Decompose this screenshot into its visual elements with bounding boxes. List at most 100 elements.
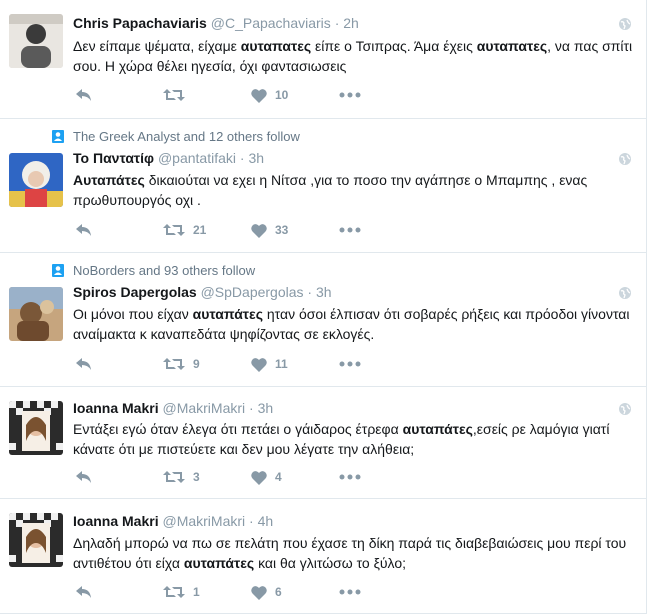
tweet-text: Δεν είπαμε ψέματα, είχαμε αυταπατες είπε… — [73, 36, 633, 76]
timestamp[interactable]: 3h — [248, 150, 264, 166]
highlighted-keyword: αυταπατες — [240, 38, 312, 54]
user-name[interactable]: Το Παντατίφ — [73, 150, 154, 166]
globe-icon — [619, 18, 631, 30]
text-fragment: Εντάξει εγώ όταν έλεγα ότι πετάει ο γάιδ… — [73, 421, 403, 437]
globe-icon — [619, 403, 631, 415]
like-button[interactable]: 11 — [251, 357, 339, 372]
like-button[interactable]: 4 — [251, 470, 339, 485]
more-button[interactable] — [339, 92, 361, 98]
retweet-button[interactable]: 1 — [163, 584, 251, 600]
follow-context[interactable]: NoBorders and 93 others follow — [51, 262, 255, 278]
tweet-header: Ioanna Makri @MakriMakri · 4h — [73, 513, 273, 529]
like-icon — [251, 470, 267, 485]
like-count: 6 — [275, 585, 282, 599]
tweet-header: Spiros Dapergolas @SpDapergolas · 3h — [73, 284, 332, 300]
timestamp[interactable]: 3h — [258, 400, 274, 416]
user-handle[interactable]: @SpDapergolas — [201, 284, 304, 300]
highlighted-keyword: αυταπάτες — [192, 306, 263, 322]
follow-context[interactable]: The Greek Analyst and 12 others follow — [51, 128, 300, 144]
more-icon — [339, 92, 361, 98]
like-button[interactable]: 33 — [251, 223, 339, 238]
text-fragment: και θα γλιτώσω το ξύλο; — [254, 555, 406, 571]
like-icon — [251, 88, 267, 103]
tweet-actions: 3 4 — [75, 467, 361, 487]
retweet-icon — [163, 471, 185, 483]
tweet[interactable]: Ioanna Makri @MakriMakri · 3h Εντάξει εγ… — [0, 387, 646, 499]
retweet-button[interactable]: 9 — [163, 356, 251, 372]
more-button[interactable] — [339, 474, 361, 480]
separator-dot: · — [249, 400, 254, 416]
like-icon — [251, 585, 267, 600]
more-icon — [339, 361, 361, 367]
separator-dot: · — [239, 150, 245, 166]
separator-dot: · — [249, 513, 254, 529]
reply-button[interactable] — [75, 469, 163, 485]
tweet[interactable]: NoBorders and 93 others follow Spiros Da… — [0, 253, 646, 387]
user-handle[interactable]: @MakriMakri — [162, 513, 245, 529]
retweet-count: 1 — [193, 585, 200, 599]
reply-button[interactable] — [75, 584, 163, 600]
reply-icon — [76, 358, 91, 370]
highlighted-keyword: αυταπάτες — [183, 555, 255, 571]
reply-button[interactable] — [75, 356, 163, 372]
user-handle[interactable]: @MakriMakri — [162, 400, 245, 416]
tweet-actions: 21 33 — [75, 220, 361, 240]
timestamp[interactable]: 2h — [343, 15, 359, 31]
tweet[interactable]: Chris Papachaviaris @C_Papachaviaris · 2… — [0, 0, 646, 119]
user-name[interactable]: Ioanna Makri — [73, 513, 159, 529]
retweet-button[interactable]: 21 — [163, 222, 251, 238]
tweet-text: Δηλαδή μπορώ να πω σε πελάτη που έχασε τ… — [73, 533, 633, 573]
tweet-text: Οι μόνοι που είχαν αυταπάτες ηταν όσοι έ… — [73, 304, 633, 344]
avatar[interactable] — [9, 153, 63, 207]
highlighted-keyword: αυταπάτες — [402, 421, 473, 437]
follow-icon — [51, 129, 65, 143]
like-count: 10 — [275, 88, 289, 102]
user-name[interactable]: Spiros Dapergolas — [73, 284, 197, 300]
more-button[interactable] — [339, 227, 361, 233]
tweet-text: Εντάξει εγώ όταν έλεγα ότι πετάει ο γάιδ… — [73, 419, 633, 459]
timeline: Chris Papachaviaris @C_Papachaviaris · 2… — [0, 0, 647, 614]
reply-icon — [76, 586, 91, 598]
avatar[interactable] — [9, 401, 63, 455]
user-handle[interactable]: @pantatifaki — [158, 150, 236, 166]
more-icon — [339, 227, 361, 233]
follow-context-text: NoBorders and 93 others follow — [73, 262, 256, 278]
like-icon — [251, 223, 267, 238]
text-fragment: είπε ο Τσιπρας. Άμα έχεις — [311, 38, 477, 54]
avatar[interactable] — [9, 513, 63, 567]
timestamp[interactable]: 4h — [258, 513, 274, 529]
tweet[interactable]: The Greek Analyst and 12 others follow Τ… — [0, 119, 646, 253]
globe-icon — [619, 153, 631, 165]
tweet-header: Chris Papachaviaris @C_Papachaviaris · 2… — [73, 15, 359, 31]
timestamp[interactable]: 3h — [316, 284, 332, 300]
user-name[interactable]: Chris Papachaviaris — [73, 15, 207, 31]
like-icon — [251, 357, 267, 372]
tweet-text: Αυταπάτες δικαιούται να εχει η Νίτσα ,γι… — [73, 170, 633, 210]
retweet-button[interactable] — [163, 87, 251, 103]
like-button[interactable]: 10 — [251, 88, 339, 103]
retweet-count: 9 — [193, 357, 200, 371]
text-fragment: δικαιούται να εχει η Νίτσα ,για το ποσο … — [73, 172, 588, 208]
reply-button[interactable] — [75, 222, 163, 238]
user-name[interactable]: Ioanna Makri — [73, 400, 159, 416]
tweet-actions: 9 11 — [75, 354, 361, 374]
avatar[interactable] — [9, 14, 63, 68]
more-icon — [339, 474, 361, 480]
retweet-button[interactable]: 3 — [163, 469, 251, 485]
highlighted-keyword: Αυταπάτες — [73, 172, 145, 188]
text-fragment: Οι μόνοι που είχαν — [73, 306, 193, 322]
like-button[interactable]: 6 — [251, 585, 339, 600]
globe-icon — [619, 287, 631, 299]
tweet[interactable]: Ioanna Makri @MakriMakri · 4h Δηλαδή μπο… — [0, 499, 646, 614]
reply-icon — [76, 89, 91, 101]
user-handle[interactable]: @C_Papachaviaris — [211, 15, 331, 31]
follow-context-text: The Greek Analyst and 12 others follow — [73, 128, 300, 144]
more-button[interactable] — [339, 361, 361, 367]
like-count: 33 — [275, 223, 289, 237]
reply-button[interactable] — [75, 87, 163, 103]
more-icon — [339, 589, 361, 595]
avatar[interactable] — [9, 287, 63, 341]
reply-icon — [76, 471, 91, 483]
more-button[interactable] — [339, 589, 361, 595]
retweet-icon — [163, 358, 185, 370]
